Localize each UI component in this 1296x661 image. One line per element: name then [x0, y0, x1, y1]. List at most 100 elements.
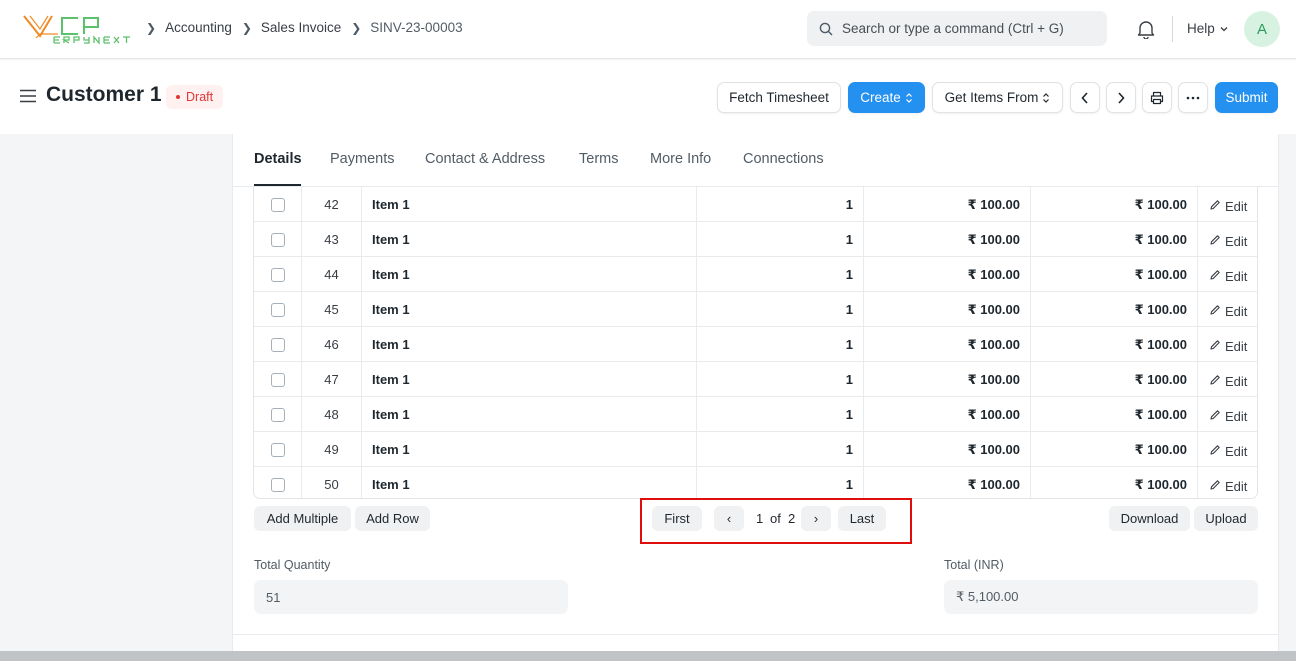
edit-row-button[interactable]: Edit — [1198, 292, 1257, 327]
updown-chevron-icon — [1043, 92, 1050, 103]
sidebar-toggle-icon[interactable] — [20, 89, 36, 106]
table-row[interactable]: 50 Item 1 1 ₹ 100.00 ₹ 100.00 Edit — [254, 467, 1257, 498]
breadcrumb-sales-invoice[interactable]: Sales Invoice — [261, 20, 341, 35]
row-select-cell — [254, 432, 302, 467]
row-checkbox[interactable] — [270, 442, 285, 457]
amount-cell[interactable]: ₹ 100.00 — [1031, 397, 1198, 432]
edit-row-button[interactable]: Edit — [1198, 397, 1257, 432]
row-checkbox[interactable] — [270, 477, 285, 492]
quantity-cell[interactable]: 1 — [697, 187, 864, 222]
tab-terms[interactable]: Terms — [579, 151, 618, 167]
item-code-cell[interactable]: Item 1 — [362, 362, 697, 397]
table-row[interactable]: 47 Item 1 1 ₹ 100.00 ₹ 100.00 Edit — [254, 362, 1257, 397]
bell-icon[interactable] — [1137, 19, 1155, 42]
table-row[interactable]: 43 Item 1 1 ₹ 100.00 ₹ 100.00 Edit — [254, 222, 1257, 257]
amount-cell[interactable]: ₹ 100.00 — [1031, 257, 1198, 292]
row-checkbox[interactable] — [270, 302, 285, 317]
horizontal-scrollbar[interactable] — [0, 651, 1296, 661]
quantity-cell[interactable]: 1 — [697, 432, 864, 467]
rate-cell[interactable]: ₹ 100.00 — [864, 432, 1031, 467]
tab-contact-address[interactable]: Contact & Address — [425, 151, 545, 167]
search-bar[interactable]: Search or type a command (Ctrl + G) — [807, 11, 1107, 46]
edit-row-button[interactable]: Edit — [1198, 222, 1257, 257]
edit-row-button[interactable]: Edit — [1198, 257, 1257, 292]
amount-cell[interactable]: ₹ 100.00 — [1031, 187, 1198, 222]
rate-cell[interactable]: ₹ 100.00 — [864, 397, 1031, 432]
download-button[interactable]: Download — [1109, 506, 1190, 531]
edit-label: Edit — [1225, 234, 1248, 249]
next-doc-button[interactable] — [1106, 82, 1136, 113]
upload-button[interactable]: Upload — [1194, 506, 1258, 531]
avatar[interactable]: A — [1244, 11, 1280, 47]
quantity-cell[interactable]: 1 — [697, 362, 864, 397]
fetch-timesheet-button[interactable]: Fetch Timesheet — [717, 82, 841, 113]
add-multiple-button[interactable]: Add Multiple — [254, 506, 351, 531]
amount-cell[interactable]: ₹ 100.00 — [1031, 432, 1198, 467]
table-row[interactable]: 44 Item 1 1 ₹ 100.00 ₹ 100.00 Edit — [254, 257, 1257, 292]
pencil-icon — [1209, 234, 1221, 249]
get-items-from-button[interactable]: Get Items From — [932, 82, 1063, 113]
previous-doc-button[interactable] — [1070, 82, 1100, 113]
tab-more-info[interactable]: More Info — [650, 151, 711, 167]
create-button[interactable]: Create — [848, 82, 925, 113]
print-button[interactable] — [1142, 82, 1172, 113]
rate-cell[interactable]: ₹ 100.00 — [864, 327, 1031, 362]
rate-cell[interactable]: ₹ 100.00 — [864, 257, 1031, 292]
rate-cell[interactable]: ₹ 100.00 — [864, 292, 1031, 327]
rate-cell[interactable]: ₹ 100.00 — [864, 467, 1031, 498]
table-row[interactable]: 48 Item 1 1 ₹ 100.00 ₹ 100.00 Edit — [254, 397, 1257, 432]
get-items-from-label: Get Items From — [944, 90, 1039, 105]
more-actions-button[interactable] — [1178, 82, 1208, 113]
quantity-cell[interactable]: 1 — [697, 222, 864, 257]
row-checkbox[interactable] — [270, 197, 285, 212]
submit-button[interactable]: Submit — [1215, 82, 1278, 113]
edit-row-button[interactable]: Edit — [1198, 187, 1257, 222]
breadcrumb-current-doc[interactable]: SINV-23-00003 — [370, 20, 462, 35]
edit-row-button[interactable]: Edit — [1198, 467, 1257, 498]
edit-label: Edit — [1225, 304, 1248, 319]
item-code-cell[interactable]: Item 1 — [362, 467, 697, 498]
edit-row-button[interactable]: Edit — [1198, 327, 1257, 362]
row-checkbox[interactable] — [270, 372, 285, 387]
add-row-button[interactable]: Add Row — [355, 506, 430, 531]
item-code-cell[interactable]: Item 1 — [362, 432, 697, 467]
row-checkbox[interactable] — [270, 267, 285, 282]
table-row[interactable]: 42 Item 1 1 ₹ 100.00 ₹ 100.00 Edit — [254, 187, 1257, 222]
amount-cell[interactable]: ₹ 100.00 — [1031, 222, 1198, 257]
amount-cell[interactable]: ₹ 100.00 — [1031, 327, 1198, 362]
quantity-cell[interactable]: 1 — [697, 257, 864, 292]
table-row[interactable]: 46 Item 1 1 ₹ 100.00 ₹ 100.00 Edit — [254, 327, 1257, 362]
breadcrumb-accounting[interactable]: Accounting — [165, 20, 232, 35]
item-code-cell[interactable]: Item 1 — [362, 292, 697, 327]
row-index: 46 — [302, 327, 362, 362]
quantity-cell[interactable]: 1 — [697, 467, 864, 498]
table-row[interactable]: 45 Item 1 1 ₹ 100.00 ₹ 100.00 Edit — [254, 292, 1257, 327]
item-code-cell[interactable]: Item 1 — [362, 327, 697, 362]
amount-cell[interactable]: ₹ 100.00 — [1031, 362, 1198, 397]
item-code-cell[interactable]: Item 1 — [362, 187, 697, 222]
rate-cell[interactable]: ₹ 100.00 — [864, 222, 1031, 257]
amount-cell[interactable]: ₹ 100.00 — [1031, 292, 1198, 327]
item-code-cell[interactable]: Item 1 — [362, 397, 697, 432]
quantity-cell[interactable]: 1 — [697, 292, 864, 327]
tab-details[interactable]: Details — [254, 151, 302, 167]
edit-label: Edit — [1225, 374, 1248, 389]
erpnext-logo[interactable] — [22, 12, 132, 46]
amount-cell[interactable]: ₹ 100.00 — [1031, 467, 1198, 498]
edit-row-button[interactable]: Edit — [1198, 362, 1257, 397]
tab-connections[interactable]: Connections — [743, 151, 824, 167]
row-checkbox[interactable] — [270, 232, 285, 247]
chevron-right-icon: ❯ — [241, 20, 252, 35]
row-checkbox[interactable] — [270, 407, 285, 422]
table-row[interactable]: 49 Item 1 1 ₹ 100.00 ₹ 100.00 Edit — [254, 432, 1257, 467]
item-code-cell[interactable]: Item 1 — [362, 257, 697, 292]
quantity-cell[interactable]: 1 — [697, 397, 864, 432]
rate-cell[interactable]: ₹ 100.00 — [864, 362, 1031, 397]
quantity-cell[interactable]: 1 — [697, 327, 864, 362]
edit-row-button[interactable]: Edit — [1198, 432, 1257, 467]
rate-cell[interactable]: ₹ 100.00 — [864, 187, 1031, 222]
item-code-cell[interactable]: Item 1 — [362, 222, 697, 257]
tab-payments[interactable]: Payments — [330, 151, 394, 167]
row-checkbox[interactable] — [270, 337, 285, 352]
help-dropdown[interactable]: Help — [1187, 21, 1229, 36]
